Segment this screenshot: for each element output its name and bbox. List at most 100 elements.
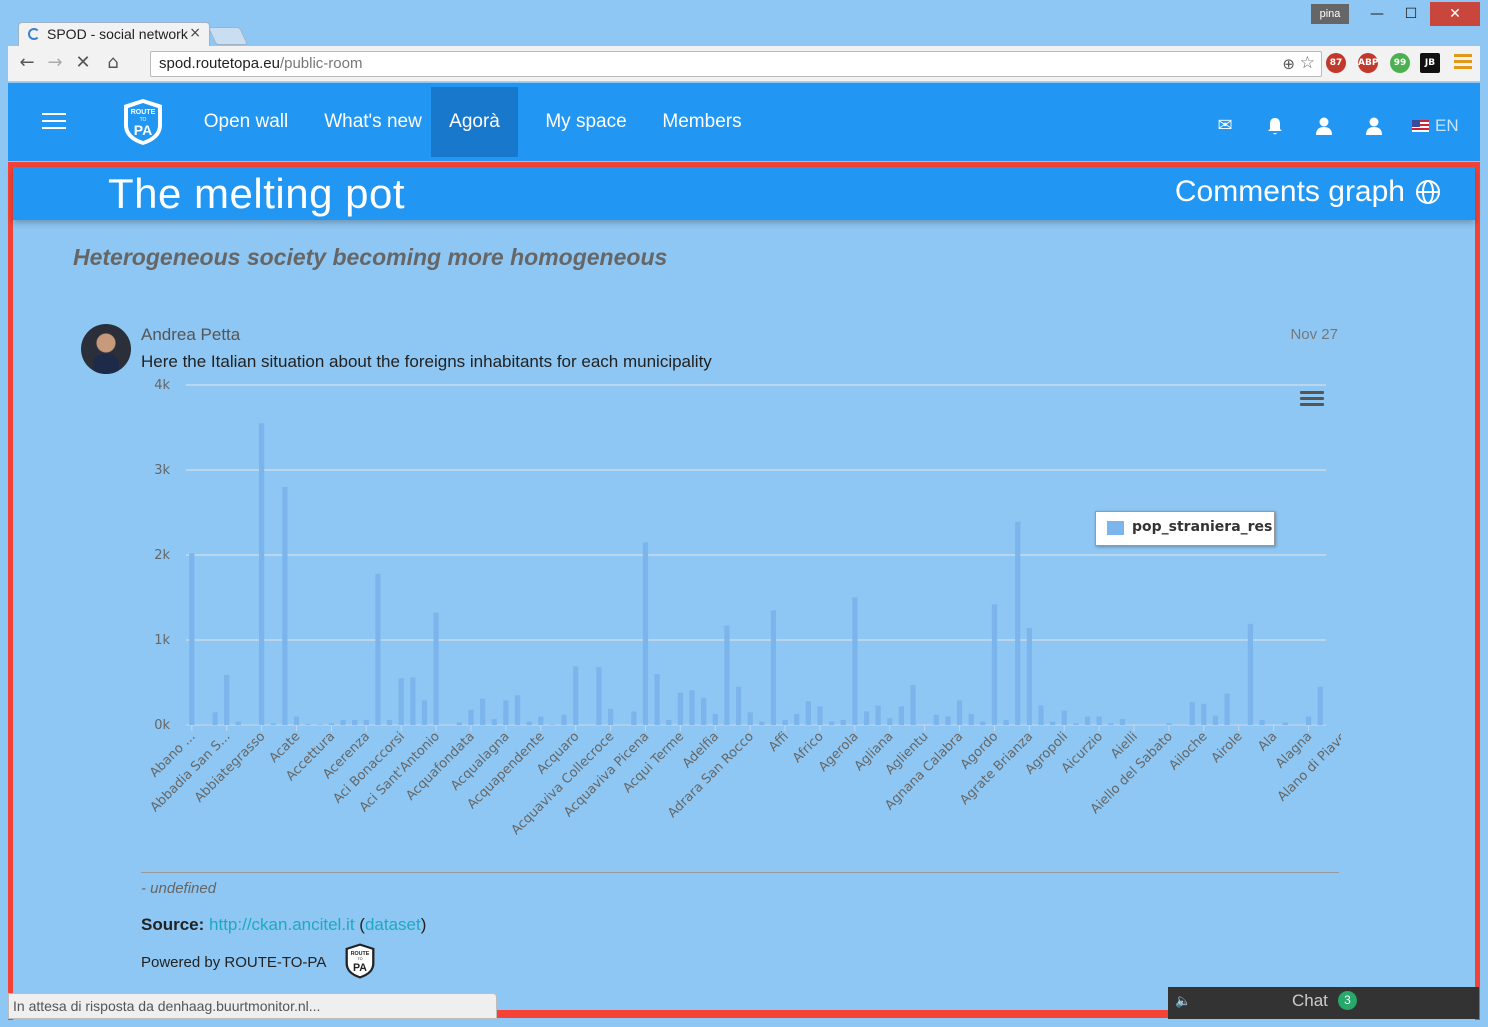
chart-bar bbox=[1166, 723, 1172, 725]
chart-bar bbox=[991, 604, 998, 725]
chart-bar bbox=[1224, 693, 1230, 725]
source-line: Source: http://ckan.ancitel.it (dataset) bbox=[141, 915, 426, 935]
chart-bar bbox=[1084, 716, 1091, 725]
bell-icon[interactable] bbox=[1264, 115, 1286, 137]
chart-bar bbox=[1119, 719, 1126, 725]
close-window-button[interactable]: ✕ bbox=[1430, 2, 1480, 26]
avatar[interactable] bbox=[81, 324, 131, 374]
stop-loading-icon[interactable]: ✕ bbox=[72, 52, 94, 74]
chart-bar bbox=[456, 722, 462, 725]
chart-bar bbox=[1282, 722, 1288, 725]
chart-bar bbox=[1317, 686, 1323, 725]
y-tick-label: 4k bbox=[154, 378, 170, 393]
chart-bar bbox=[305, 724, 311, 725]
profile-badge[interactable]: pina bbox=[1311, 4, 1349, 24]
chart-bar bbox=[1026, 628, 1032, 725]
chart-bar bbox=[607, 708, 614, 725]
chart-bar bbox=[491, 719, 497, 725]
adblock-icon[interactable]: ABP bbox=[1358, 53, 1378, 73]
room-title: The melting pot bbox=[108, 170, 405, 217]
nav-agor[interactable]: Agorà bbox=[431, 87, 518, 157]
chart-bar bbox=[352, 719, 358, 725]
chart-bar bbox=[433, 612, 439, 725]
dataset-link[interactable]: dataset bbox=[365, 915, 421, 934]
maximize-button[interactable]: ☐ bbox=[1394, 2, 1428, 26]
y-tick-label: 3k bbox=[154, 463, 170, 478]
chart-bar bbox=[573, 666, 579, 725]
route-to-pa-logo[interactable]: ROUTE TO PA bbox=[118, 97, 168, 147]
chart-legend[interactable]: pop_straniera_res bbox=[1095, 511, 1275, 546]
chart-bar bbox=[968, 713, 974, 725]
chart-bar bbox=[875, 705, 881, 725]
chart-bar bbox=[328, 723, 335, 725]
chart-bar bbox=[538, 716, 544, 725]
browser-tab[interactable]: SPOD - social network × bbox=[18, 22, 210, 46]
nav-open-wall[interactable]: Open wall bbox=[186, 87, 306, 157]
profile-icon[interactable] bbox=[1363, 115, 1385, 137]
chart-bar bbox=[386, 719, 393, 725]
address-bar[interactable]: spod.routetopa.eu/public-room ⊕ ☆ bbox=[150, 51, 1322, 77]
chart-bar bbox=[421, 700, 428, 725]
nav-my-space[interactable]: My space bbox=[528, 87, 644, 157]
us-flag-icon bbox=[1412, 120, 1429, 132]
x-tick-label: Ala bbox=[1255, 729, 1280, 754]
legend-swatch bbox=[1107, 521, 1124, 535]
extension-87-icon[interactable]: 87 bbox=[1326, 53, 1346, 73]
new-tab-button[interactable] bbox=[207, 27, 249, 45]
divider bbox=[141, 872, 1339, 873]
bookmark-star-icon[interactable]: ☆ bbox=[1300, 53, 1315, 73]
language-selector[interactable]: EN bbox=[1412, 116, 1459, 136]
chart-bar bbox=[910, 685, 916, 725]
post-author[interactable]: Andrea Petta bbox=[141, 325, 240, 345]
nav-members[interactable]: Members bbox=[645, 87, 759, 157]
chart-bar bbox=[898, 706, 905, 725]
chart-bar bbox=[1073, 723, 1079, 725]
globe-icon[interactable] bbox=[1415, 179, 1441, 205]
tab-close-icon[interactable]: × bbox=[189, 25, 201, 41]
evernote-icon[interactable]: 99 bbox=[1390, 53, 1410, 73]
chart-bar bbox=[1201, 703, 1207, 725]
x-tick-label: Affi bbox=[766, 729, 792, 755]
browser-menu-icon[interactable] bbox=[1454, 54, 1472, 72]
chart-menu-icon[interactable] bbox=[1300, 391, 1324, 409]
chart-bar bbox=[770, 610, 777, 725]
back-arrow-icon[interactable]: ← bbox=[16, 52, 38, 74]
speaker-icon[interactable]: 🔈 bbox=[1175, 994, 1191, 1009]
chart-bar bbox=[1038, 705, 1044, 725]
chart-bar bbox=[270, 723, 276, 725]
chat-bar[interactable]: 🔈 Chat 3 bbox=[1168, 987, 1479, 1019]
jb-icon[interactable]: JB bbox=[1420, 53, 1440, 73]
chart-bar bbox=[863, 711, 870, 725]
mail-icon[interactable]: ✉ bbox=[1214, 115, 1236, 137]
post-text: Here the Italian situation about the for… bbox=[141, 352, 712, 371]
chart-bar bbox=[933, 714, 939, 725]
chart-bar bbox=[224, 674, 230, 725]
chart-bar bbox=[596, 667, 602, 725]
minimize-button[interactable]: — bbox=[1360, 2, 1394, 26]
source-link[interactable]: http://ckan.ancitel.it bbox=[209, 915, 355, 934]
chart-caption: - undefined bbox=[141, 880, 217, 897]
dataset-open: ( bbox=[354, 915, 365, 934]
y-tick-label: 0k bbox=[154, 718, 170, 733]
chart-bar bbox=[1259, 719, 1265, 725]
nav-what-s-new[interactable]: What's new bbox=[308, 87, 438, 157]
chart-bar bbox=[212, 712, 218, 725]
user-icon[interactable] bbox=[1313, 115, 1335, 137]
chart-bar bbox=[794, 713, 800, 725]
chart-bar bbox=[410, 677, 416, 725]
room-header: The melting pot Comments graph bbox=[13, 167, 1475, 220]
home-icon[interactable]: ⌂ bbox=[102, 52, 124, 74]
dataset-close: ) bbox=[420, 915, 427, 934]
chart-bar bbox=[561, 714, 567, 725]
title-bar: SPOD - social network × pina — ☐ ✕ bbox=[0, 0, 1488, 46]
status-bar: In attesa di risposta da denhaag.buurtmo… bbox=[8, 993, 497, 1019]
tab-title: SPOD - social network bbox=[47, 26, 188, 42]
zoom-icon[interactable]: ⊕ bbox=[1282, 55, 1295, 73]
chart-bar bbox=[642, 542, 649, 725]
chart-bar bbox=[189, 553, 195, 725]
forward-arrow-icon[interactable]: → bbox=[44, 52, 66, 74]
chart-bar bbox=[840, 719, 846, 725]
comments-graph-link[interactable]: Comments graph bbox=[1175, 175, 1405, 209]
hamburger-menu-icon[interactable] bbox=[42, 113, 66, 131]
chart-bar bbox=[666, 719, 672, 725]
